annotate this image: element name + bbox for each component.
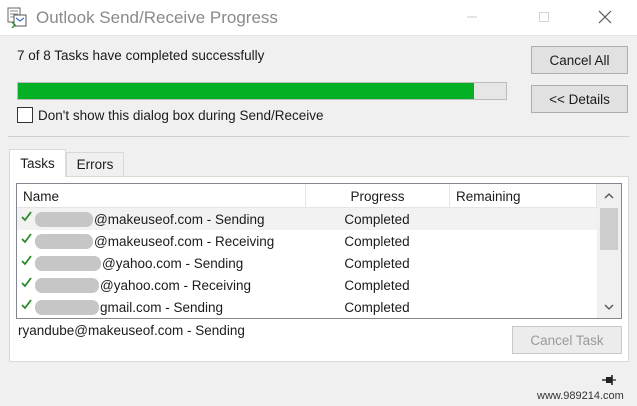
- task-progress: Completed: [344, 299, 410, 315]
- window-title: Outlook Send/Receive Progress: [36, 8, 278, 27]
- column-header-progress[interactable]: Progress: [305, 184, 449, 208]
- list-header: Name Progress Remaining: [17, 184, 597, 208]
- table-row[interactable]: @yahoo.com - Receiving Completed: [17, 274, 597, 296]
- chevron-down-icon: [604, 304, 614, 310]
- details-button[interactable]: << Details: [531, 85, 628, 113]
- column-header-remaining[interactable]: Remaining: [449, 184, 597, 208]
- cancel-all-button[interactable]: Cancel All: [531, 46, 628, 74]
- redacted-username: [35, 255, 101, 271]
- redacted-username: [35, 211, 93, 227]
- overall-progress-bar: [17, 82, 507, 100]
- check-icon: [21, 276, 32, 287]
- task-name: @makeuseof.com - Receiving: [94, 233, 275, 249]
- task-name: @makeuseof.com - Sending: [94, 211, 265, 227]
- dont-show-checkbox-label: Don't show this dialog box during Send/R…: [38, 107, 324, 123]
- task-progress: Completed: [344, 255, 410, 271]
- close-button[interactable]: [582, 0, 628, 34]
- title-bar: Outlook Send/Receive Progress: [0, 0, 637, 36]
- task-name: @yahoo.com - Receiving: [100, 277, 252, 293]
- progress-fill: [18, 83, 475, 99]
- redacted-username: [35, 299, 99, 315]
- scroll-down-button[interactable]: [597, 296, 621, 318]
- tasks-list[interactable]: Name Progress Remaining @makeuseof.com -…: [16, 183, 622, 319]
- table-row[interactable]: @makeuseof.com - Sending Completed: [17, 208, 597, 230]
- status-text: 7 of 8 Tasks have completed successfully: [17, 48, 265, 63]
- task-progress: Completed: [344, 211, 410, 227]
- vertical-scrollbar[interactable]: [597, 184, 621, 318]
- redacted-username: [35, 233, 93, 249]
- current-task-text: ryandube@makeuseof.com - Sending: [18, 323, 245, 338]
- send-receive-icon: [7, 7, 27, 28]
- check-icon: [21, 232, 32, 243]
- dont-show-checkbox-row[interactable]: Don't show this dialog box during Send/R…: [17, 107, 324, 123]
- scroll-thumb[interactable]: [600, 208, 618, 250]
- tab-tasks[interactable]: Tasks: [9, 149, 66, 177]
- task-progress: Completed: [344, 233, 410, 249]
- pin-icon[interactable]: [601, 374, 617, 386]
- column-header-name[interactable]: Name: [23, 184, 303, 208]
- task-progress: Completed: [344, 277, 410, 293]
- check-icon: [21, 210, 32, 221]
- maximize-button[interactable]: [521, 0, 567, 34]
- maximize-icon: [539, 12, 549, 22]
- minimize-button[interactable]: [449, 0, 495, 34]
- chevron-up-icon: [604, 192, 614, 198]
- minimize-icon: [467, 16, 477, 18]
- cancel-task-button: Cancel Task: [512, 326, 622, 354]
- check-icon: [21, 254, 32, 265]
- table-row[interactable]: @makeuseof.com - Receiving Completed: [17, 230, 597, 252]
- table-row[interactable]: @yahoo.com - Sending Completed: [17, 252, 597, 274]
- table-row[interactable]: gmail.com - Sending Completed: [17, 296, 597, 318]
- separator: [8, 136, 629, 137]
- scroll-up-button[interactable]: [597, 184, 621, 206]
- check-icon: [21, 298, 32, 309]
- close-icon: [598, 10, 612, 24]
- task-name: gmail.com - Sending: [100, 299, 224, 315]
- tab-errors[interactable]: Errors: [66, 152, 124, 176]
- watermark-text: www.989214.com: [537, 390, 624, 402]
- redacted-username: [35, 277, 99, 293]
- task-name: @yahoo.com - Sending: [102, 255, 244, 271]
- dont-show-checkbox[interactable]: [17, 107, 33, 123]
